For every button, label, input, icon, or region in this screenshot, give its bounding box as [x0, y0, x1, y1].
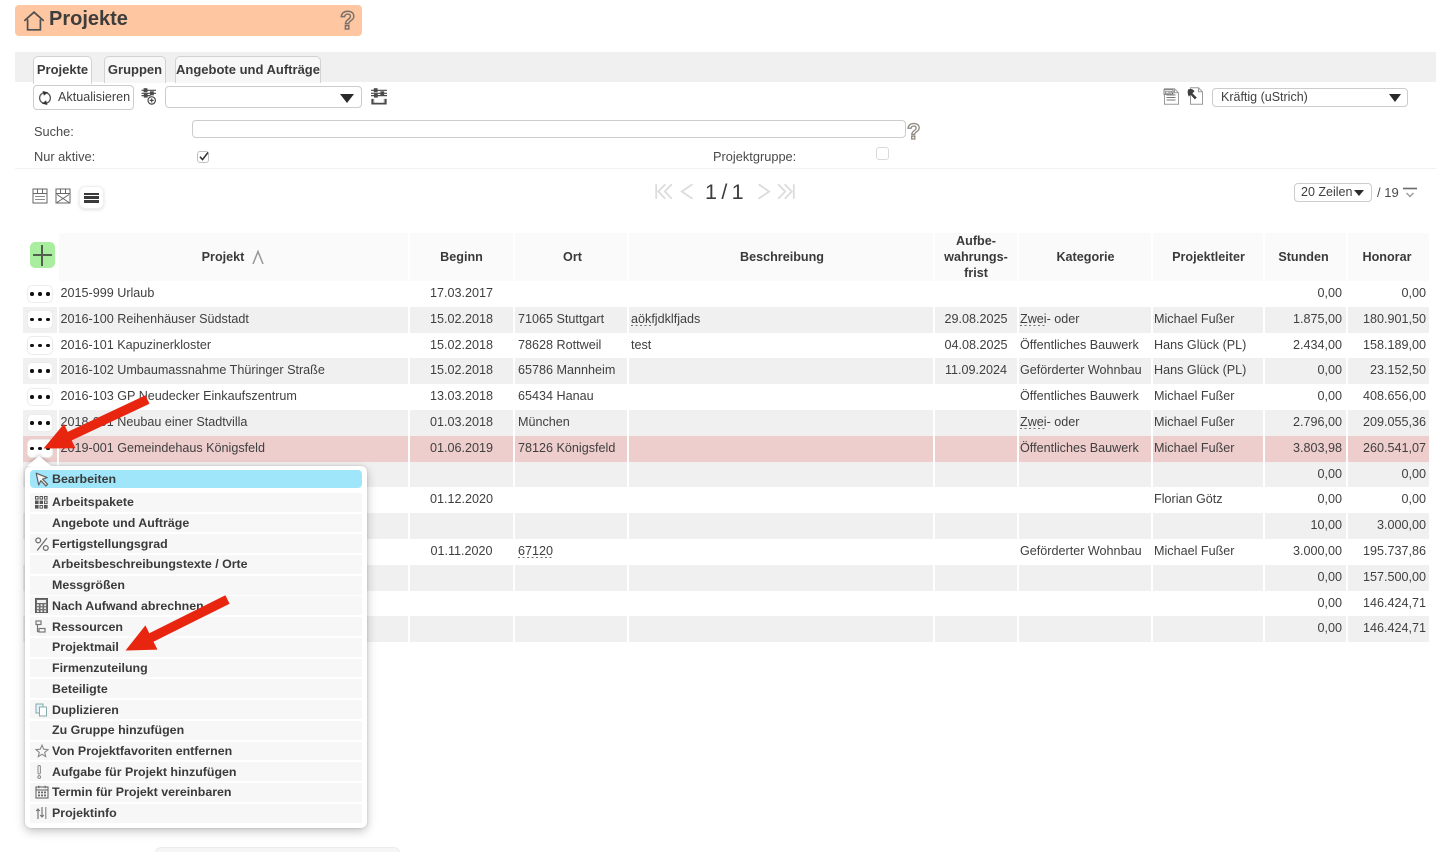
svg-text:CSV: CSV: [1165, 90, 1174, 95]
